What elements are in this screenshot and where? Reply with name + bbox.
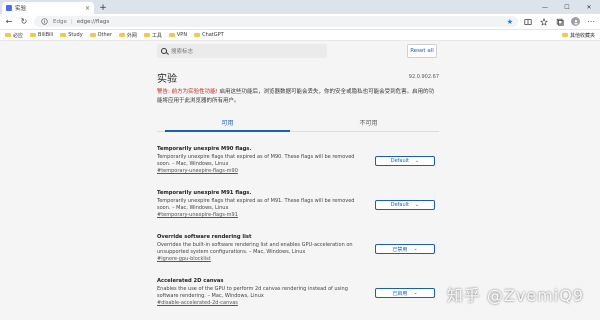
refresh-icon[interactable]: ↻ [19,17,29,27]
window-controls: — ☐ ✕ [534,0,600,14]
flag-select-value: Default [390,158,410,164]
folder-icon [561,32,568,38]
bookmark-item[interactable]: VPN [168,32,188,38]
tab-close-icon[interactable]: × [85,5,90,12]
tab-available[interactable]: 可用 [157,114,298,132]
flags-favicon-icon [6,5,12,11]
back-icon[interactable]: ← [4,17,14,27]
browser-toolbar: ← ↻ Edge | edge://flags ★ ⋯ [0,14,600,30]
bookmark-label: BiliBili [38,32,54,38]
other-bookmarks-label: 其他收藏夹 [569,32,595,39]
folder-icon [143,32,150,38]
collections-icon[interactable] [555,17,565,27]
browser-info-icon[interactable] [39,17,49,27]
flag-link[interactable]: #ignore-gpu-blocklist [157,256,439,262]
chevron-down-icon: ⌄ [415,158,420,164]
address-separator: | [70,18,73,25]
minimize-button[interactable]: — [534,0,556,14]
address-bar[interactable]: Edge | edge://flags ★ [34,16,518,27]
other-bookmarks[interactable]: 其他收藏夹 [561,32,595,39]
flag-title: Temporarily unexpire M91 flags. [157,190,252,196]
bookmark-label: 必应 [13,32,24,39]
flag-select[interactable]: Default ⌄ [375,156,435,166]
maximize-button[interactable]: ☐ [556,0,578,14]
flag-description: Overrides the built-in software renderin… [157,242,353,255]
version-number: 92.0.902.67 [408,74,439,80]
new-tab-button[interactable]: + [97,2,109,14]
close-window-button[interactable]: ✕ [578,0,600,14]
reset-all-button[interactable]: Reset all [407,44,437,58]
search-input[interactable]: 搜索标志 [157,44,327,58]
bookmark-item[interactable]: ChatGPT [194,32,224,38]
bookmark-label: 外网 [126,32,137,39]
more-menu-icon[interactable]: ⋯ [586,17,596,27]
bookmark-label: ChatGPT [202,32,224,38]
bookmark-item[interactable]: BiliBili [30,32,53,38]
folder-icon [30,32,37,38]
bookmark-item[interactable]: 必应 [5,32,23,39]
flag-select[interactable]: 已启用 ⌄ [375,288,435,298]
favorites-icon[interactable] [539,17,549,27]
watermark: 知乎 @ZvemiQ9 [446,286,584,305]
flag-select[interactable]: 已禁用 ⌄ [375,244,435,254]
tab-unavailable[interactable]: 不可用 [298,114,439,131]
flag-link[interactable]: #disable-accelerated-2d-canvas [157,300,439,306]
page-title: 实验 [157,74,177,85]
tab-title: 实验 [15,6,27,12]
availability-tabs: 可用 不可用 [157,114,439,132]
split-screen-icon[interactable] [523,17,533,27]
profile-avatar[interactable] [571,17,580,26]
bookmark-item[interactable]: 外网 [118,32,137,39]
toolbar-right-icons: ⋯ [523,17,596,27]
chevron-down-icon: ⌄ [413,290,418,296]
folder-icon [194,32,201,38]
flag-title: Accelerated 2D canvas [157,278,224,284]
address-url[interactable]: edge://flags [77,19,503,25]
flag-select[interactable]: Default ⌄ [375,200,435,210]
flags-page: 搜索标志 Reset all 实验 92.0.902.67 警告: 前方为实验性… [0,42,600,320]
folder-icon [60,32,67,38]
folder-icon [89,32,96,38]
flag-link[interactable]: #temporary-unexpire-flags-m91 [157,212,439,218]
search-icon [161,48,167,54]
bookmark-label: 工具 [151,32,162,39]
flag-title: Override software rendering list [157,234,252,240]
flag-link[interactable]: #temporary-unexpire-flags-m90 [157,168,439,174]
flag-select-value: 已禁用 [392,246,408,253]
folder-icon [168,32,175,38]
search-placeholder: 搜索标志 [171,49,194,55]
folder-icon [5,32,11,38]
bookmark-label: Other [97,32,112,38]
flag-item: Accelerated 2D canvas Enables the use of… [157,278,439,320]
search-row: 搜索标志 Reset all [157,44,437,60]
tab-strip: 实验 × + — ☐ ✕ [0,0,600,14]
flag-select-value: Default [390,202,410,208]
flag-description: Enables the use of the GPU to perform 2d… [157,286,348,299]
flag-description: Temporarily unexpire flags that expired … [157,154,355,167]
address-browser-label: Edge [53,18,67,25]
bookmark-label: Study [68,32,83,38]
warning-strong: 警告: 前方为实验性功能! [157,89,218,95]
flag-select-value: 已启用 [392,290,408,297]
folder-icon [118,32,125,38]
bookmark-label: VPN [176,32,188,38]
chevron-down-icon: ⌄ [413,246,418,252]
flag-title: Temporarily unexpire M90 flags. [157,146,252,152]
bookmarks-bar: 必应 BiliBili Study Other 外网 工具 VPN ChatGP… [0,30,600,41]
favorite-star-icon[interactable]: ★ [507,18,513,26]
flag-item: Temporarily unexpire M90 flags. Temporar… [157,146,439,190]
flag-description: Temporarily unexpire flags that expired … [157,198,355,211]
flags-list: Temporarily unexpire M90 flags. Temporar… [157,146,439,320]
warning-text: 警告: 前方为实验性功能! 启用这些功能后，浏览器数据可能会丢失，你的安全或隐私… [157,88,439,106]
browser-tab[interactable]: 实验 × [2,2,94,14]
bookmark-item[interactable]: Other [89,32,112,38]
flag-item: Temporarily unexpire M91 flags. Temporar… [157,190,439,234]
page-header: 实验 92.0.902.67 警告: 前方为实验性功能! 启用这些功能后，浏览器… [157,70,439,106]
flag-item: Override software rendering list Overrid… [157,234,439,278]
chevron-down-icon: ⌄ [415,202,420,208]
bookmark-item[interactable]: Study [60,32,83,38]
bookmark-item[interactable]: 工具 [143,32,162,39]
